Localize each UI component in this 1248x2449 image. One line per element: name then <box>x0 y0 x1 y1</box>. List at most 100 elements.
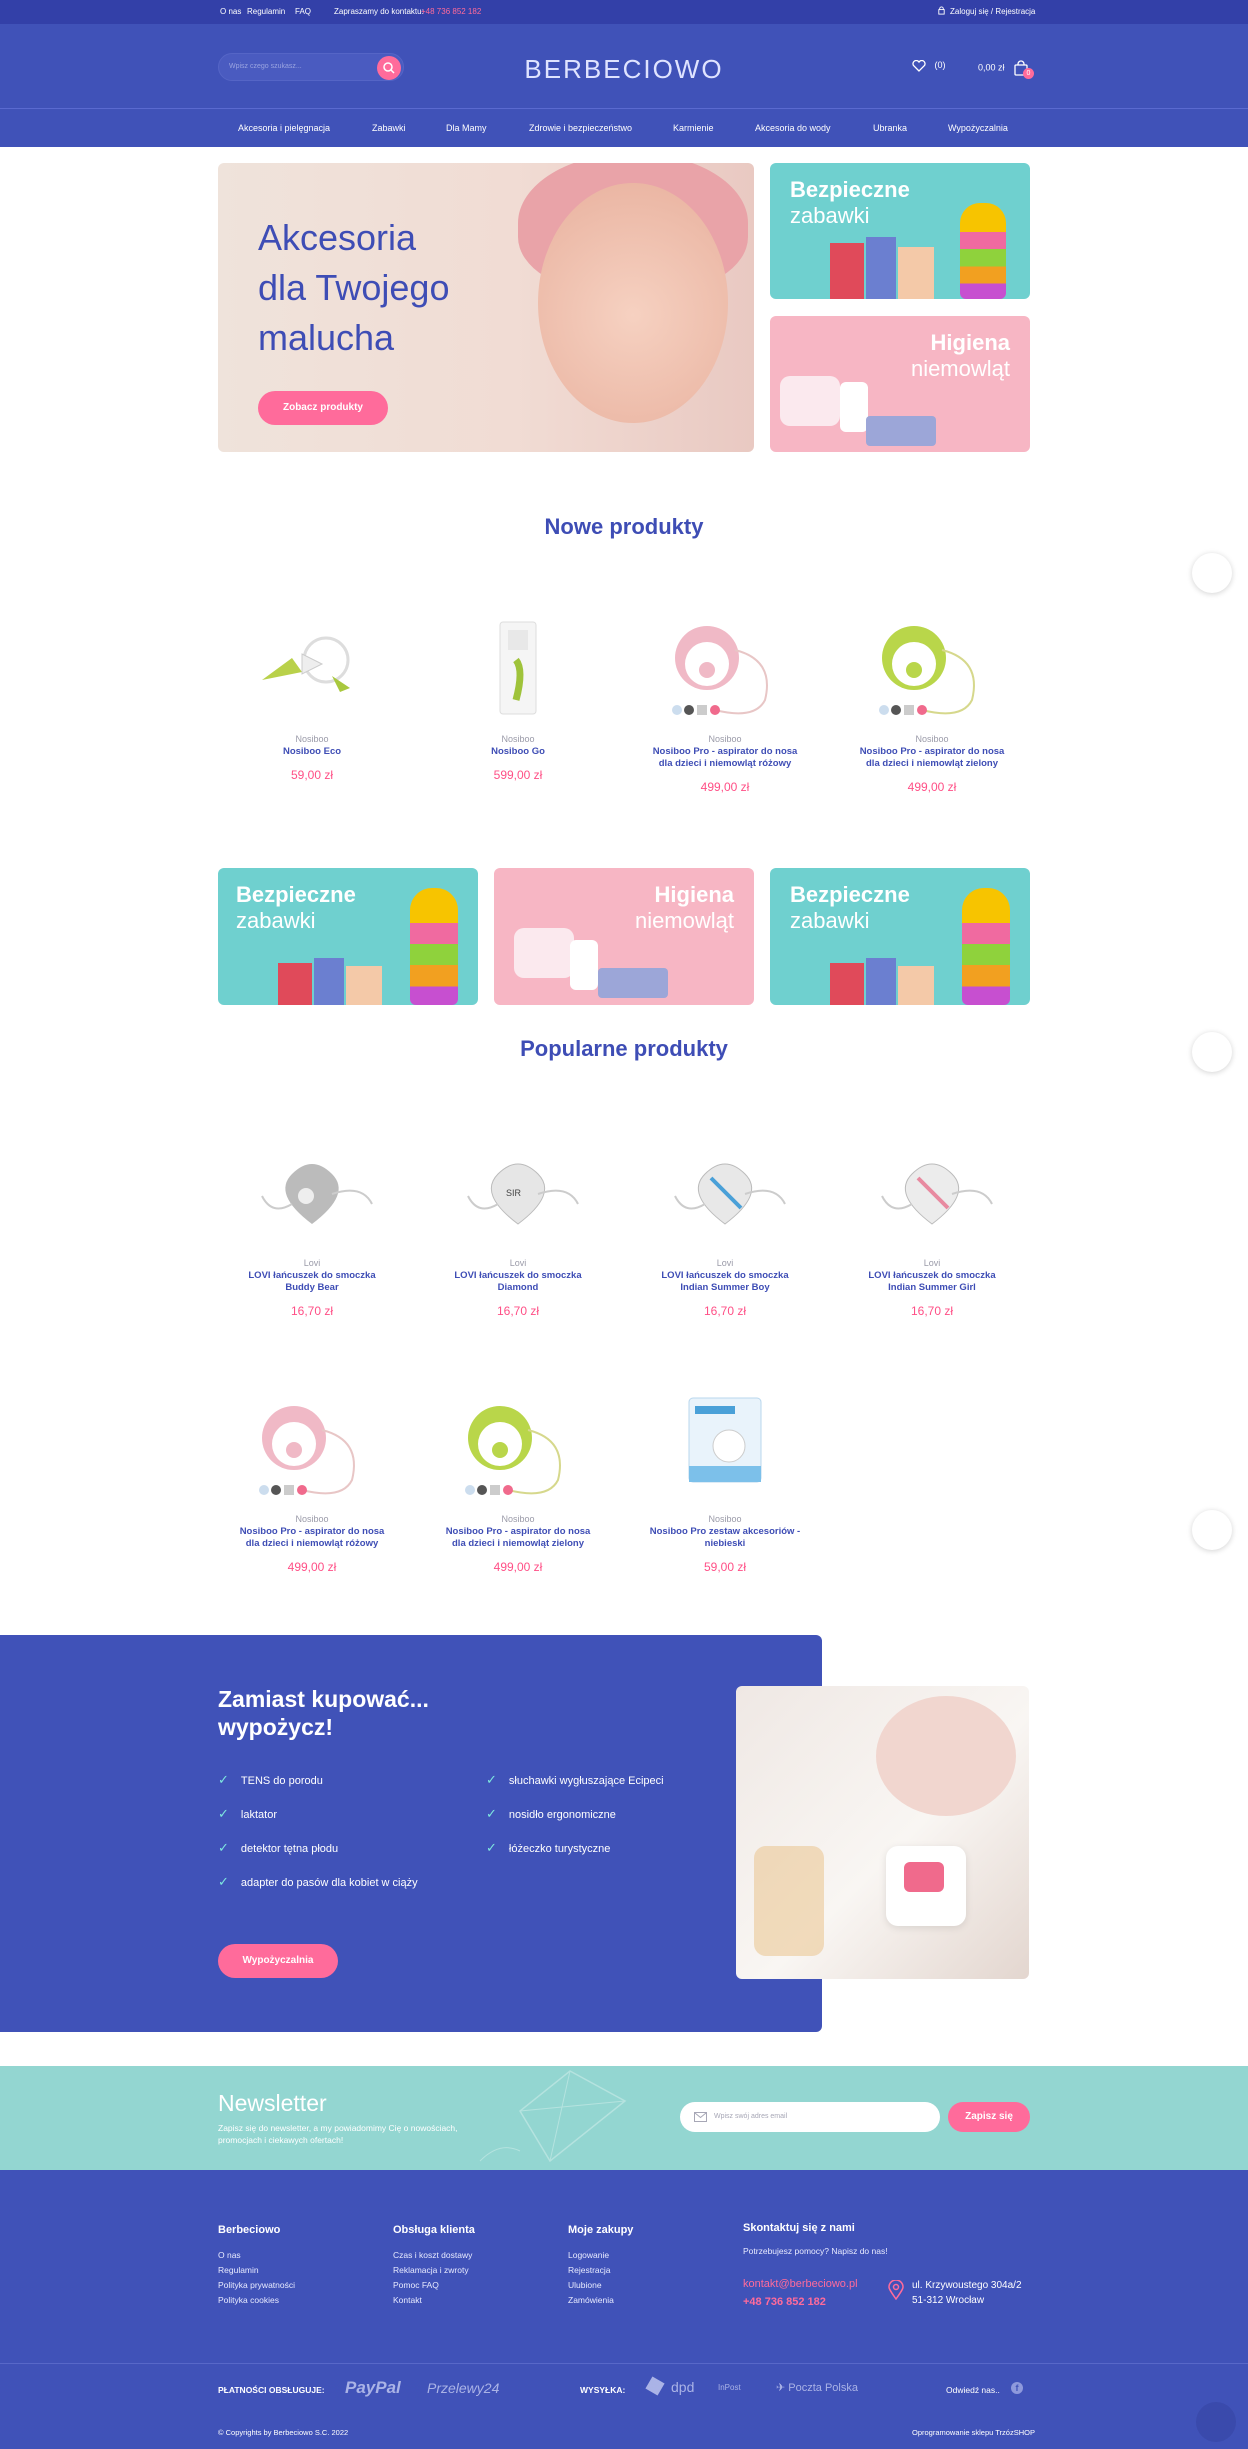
toy-blocks-image <box>830 243 864 299</box>
product-card[interactable]: Nosiboo Nosiboo Pro - aspirator do nosa … <box>635 610 815 794</box>
subscribe-button[interactable]: Zapisz się <box>948 2102 1030 2132</box>
product-card[interactable]: Nosiboo Nosiboo Pro - aspirator do nosa … <box>428 1390 608 1574</box>
contact-title: Skontaktuj się z nami <box>743 2222 855 2234</box>
contact-phone[interactable]: +48 736 852 182 <box>421 7 481 16</box>
footer-link[interactable]: Zamówienia <box>568 2295 614 2305</box>
product-name[interactable]: Nosiboo Eco <box>222 746 402 758</box>
product-card[interactable]: Nosiboo Nosiboo Eco 59,00 zł <box>222 610 402 782</box>
footer-link[interactable]: Ulubione <box>568 2280 602 2290</box>
cart-link[interactable]: 0,00 zł 0 <box>978 60 1034 79</box>
product-image[interactable] <box>428 1390 608 1510</box>
product-price: 16,70 zł <box>496 1304 540 1318</box>
nav-item-for-mom[interactable]: Dla Mamy <box>446 123 487 133</box>
see-products-button[interactable]: Zobacz produkty <box>258 391 388 425</box>
product-card[interactable]: Lovi LOVI łańcuszek do smoczka Indian Su… <box>635 1134 815 1318</box>
footer-link[interactable]: Logowanie <box>568 2250 609 2260</box>
product-image[interactable] <box>222 1390 402 1510</box>
product-card[interactable]: Lovi LOVI łańcuszek do smoczka Indian Su… <box>842 1134 1022 1318</box>
hero-banner[interactable]: Akcesoria dla Twojego malucha Zobacz pro… <box>218 163 754 452</box>
product-name[interactable]: LOVI łańcuszek do smoczka Indian Summer … <box>635 1270 815 1294</box>
wishlist-link[interactable]: (0) <box>912 59 946 72</box>
floating-circle-button[interactable] <box>1192 1032 1232 1072</box>
product-card[interactable]: Nosiboo Nosiboo Pro zestaw akcesoriów - … <box>635 1390 815 1574</box>
product-name[interactable]: LOVI łańcuszek do smoczka Indian Summer … <box>842 1270 1022 1294</box>
banner-hygiene[interactable]: Higiena niemowląt <box>494 868 754 1005</box>
newsletter-email-field[interactable]: Wpisz swój adres email <box>680 2102 940 2132</box>
nav-item-clothes[interactable]: Ubranka <box>873 123 907 133</box>
product-name[interactable]: LOVI łańcuszek do smoczka Diamond <box>428 1270 608 1294</box>
divider <box>0 2363 1248 2364</box>
floating-circle-button[interactable] <box>1192 553 1232 593</box>
search-box[interactable]: Wpisz czego szukasz... <box>218 53 404 81</box>
footer-link[interactable]: Polityka prywatności <box>218 2280 295 2290</box>
product-name[interactable]: Nosiboo Pro - aspirator do nosa dla dzie… <box>842 746 1022 770</box>
product-name[interactable]: Nosiboo Pro zestaw akcesoriów - niebiesk… <box>635 1526 815 1550</box>
product-image[interactable] <box>635 1134 815 1254</box>
product-card[interactable]: Nosiboo Nosiboo Pro - aspirator do nosa … <box>842 610 1022 794</box>
topbar-link-regulations[interactable]: Regulamin <box>247 7 285 16</box>
banner-safe-toys[interactable]: Bezpieczne zabawki <box>770 163 1030 299</box>
check-icon: ✓ <box>218 1806 229 1821</box>
check-icon: ✓ <box>486 1840 497 1855</box>
main-nav: Akcesoria i pielęgnacja Zabawki Dla Mamy… <box>0 108 1248 147</box>
facebook-icon[interactable]: f <box>1011 2382 1023 2394</box>
product-image[interactable] <box>842 610 1022 730</box>
nav-item-toys[interactable]: Zabawki <box>372 123 406 133</box>
product-price: 499,00 zł <box>700 780 750 794</box>
product-image[interactable] <box>222 1134 402 1254</box>
product-image[interactable] <box>842 1134 1022 1254</box>
product-image[interactable]: SIR <box>428 1134 608 1254</box>
footer-link[interactable]: Rejestracja <box>568 2265 611 2275</box>
contact-phone[interactable]: +48 736 852 182 <box>743 2296 826 2308</box>
footer-link[interactable]: Czas i koszt dostawy <box>393 2250 472 2260</box>
newsletter-section: Newsletter Zapisz się do newsletter, a m… <box>0 2066 1248 2170</box>
footer-link[interactable]: Polityka cookies <box>218 2295 279 2305</box>
floating-circle-button[interactable] <box>1192 1510 1232 1550</box>
footer-link[interactable]: Regulamin <box>218 2265 259 2275</box>
product-name[interactable]: Nosiboo Pro - aspirator do nosa dla dzie… <box>222 1526 402 1550</box>
newsletter-email-input[interactable]: Wpisz swój adres email <box>714 2113 787 2120</box>
product-card[interactable]: Nosiboo Nosiboo Pro - aspirator do nosa … <box>222 1390 402 1574</box>
footer-link[interactable]: Pomoc FAQ <box>393 2280 439 2290</box>
contact-email[interactable]: kontakt@berbeciowo.pl <box>743 2278 858 2290</box>
product-image[interactable] <box>222 610 402 730</box>
product-price: 59,00 zł <box>703 1560 747 1574</box>
product-name[interactable]: Nosiboo Pro - aspirator do nosa dla dzie… <box>635 746 815 770</box>
chat-button[interactable] <box>1196 2402 1236 2442</box>
nav-item-accessories[interactable]: Akcesoria i pielęgnacja <box>238 123 330 133</box>
login-link[interactable]: Zaloguj się / Rejestracja <box>950 7 1035 16</box>
product-name[interactable]: Nosiboo Pro - aspirator do nosa dla dzie… <box>428 1526 608 1550</box>
rental-button[interactable]: Wypożyczalnia <box>218 1944 338 1978</box>
footer-col-title: Berbeciowo <box>218 2224 281 2236</box>
software-credit[interactable]: Oprogramowanie sklepu TrzózSHOP <box>912 2428 1035 2437</box>
topbar-link-faq[interactable]: FAQ <box>295 7 311 16</box>
banner-subtitle: zabawki <box>236 908 316 933</box>
footer-link[interactable]: Reklamacja i zwroty <box>393 2265 469 2275</box>
nav-item-water[interactable]: Akcesoria do wody <box>755 123 831 133</box>
banner-safe-toys[interactable]: Bezpieczne zabawki <box>770 868 1030 1005</box>
banner-hygiene[interactable]: Higiena niemowląt <box>770 316 1030 452</box>
inpost-logo: InPost <box>718 2383 741 2392</box>
search-button[interactable] <box>377 56 401 80</box>
product-card[interactable]: Nosiboo Nosiboo Go 599,00 zł <box>428 610 608 782</box>
product-name[interactable]: Nosiboo Go <box>428 746 608 758</box>
nav-item-health[interactable]: Zdrowie i bezpieczeństwo <box>529 123 632 133</box>
product-image[interactable] <box>635 610 815 730</box>
product-card[interactable]: SIR Lovi LOVI łańcuszek do smoczka Diamo… <box>428 1134 608 1318</box>
banner-subtitle: zabawki <box>790 203 870 228</box>
svg-text:SIR: SIR <box>506 1188 522 1198</box>
product-card[interactable]: Lovi LOVI łańcuszek do smoczka Buddy Bea… <box>222 1134 402 1318</box>
product-image[interactable] <box>635 1390 815 1510</box>
nav-item-rental[interactable]: Wypożyczalnia <box>948 123 1008 133</box>
banner-safe-toys[interactable]: Bezpieczne zabawki <box>218 868 478 1005</box>
hero-title-line3: malucha <box>258 317 395 358</box>
product-image[interactable] <box>428 610 608 730</box>
logo[interactable]: BERBECIOWO <box>514 54 734 84</box>
topbar-link-about[interactable]: O nas <box>220 7 241 16</box>
nav-item-feeding[interactable]: Karmienie <box>673 123 714 133</box>
footer-link[interactable]: O nas <box>218 2250 241 2260</box>
footer-link[interactable]: Kontakt <box>393 2295 422 2305</box>
search-input[interactable]: Wpisz czego szukasz... <box>229 63 302 70</box>
product-name[interactable]: LOVI łańcuszek do smoczka Buddy Bear <box>222 1270 402 1294</box>
address-line1: ul. Krzywoustego 304a/2 <box>912 2280 1022 2291</box>
